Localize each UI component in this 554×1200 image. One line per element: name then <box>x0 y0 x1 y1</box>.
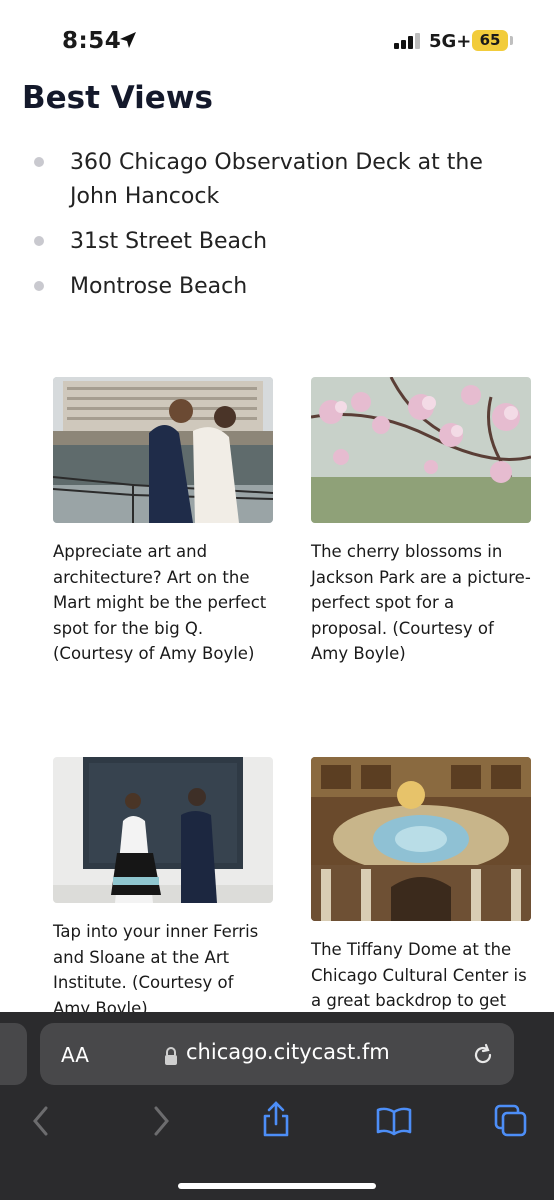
previous-tab-preview[interactable] <box>0 1023 27 1085</box>
photo-art-institute[interactable] <box>53 757 273 903</box>
bullet <box>34 236 44 246</box>
bookmarks-icon[interactable] <box>376 1106 412 1136</box>
forward-icon[interactable] <box>150 1104 172 1138</box>
list-item: 360 Chicago Observation Deck at the John… <box>34 146 530 214</box>
share-icon[interactable] <box>260 1100 292 1138</box>
status-bar: 8:54 5G+ 65 <box>0 0 554 70</box>
photo-caption: Tap into your inner Ferris and Sloane at… <box>53 922 259 1018</box>
list-item-text: Montrose Beach <box>70 274 248 299</box>
battery-tip <box>510 36 513 45</box>
text-size-button[interactable]: AA <box>61 1043 89 1067</box>
photo-cherry-blossoms[interactable] <box>311 377 531 523</box>
location-arrow-icon <box>120 32 136 48</box>
clock-time: 8:54 <box>62 28 122 54</box>
network-type: 5G+ <box>429 31 472 52</box>
bullet <box>34 281 44 291</box>
tabs-icon[interactable] <box>494 1104 528 1138</box>
reload-icon[interactable] <box>471 1043 495 1067</box>
lock-icon <box>165 1047 177 1065</box>
section-title: Best Views <box>22 80 213 116</box>
photo-caption: The cherry blossoms in Jackson Park are … <box>311 542 531 663</box>
photo-card: Appreciate art and architecture? Art on … <box>53 377 275 667</box>
url-text[interactable]: chicago.citycast.fm <box>186 1040 390 1064</box>
photo-card: The Tiffany Dome at the Chicago Cultural… <box>311 757 533 1014</box>
back-icon[interactable] <box>30 1104 52 1138</box>
list-item-text: 31st Street Beach <box>70 229 268 254</box>
bullet <box>34 157 44 167</box>
photo-couple-river[interactable] <box>53 377 273 523</box>
best-views-list: 360 Chicago Observation Deck at the John… <box>34 146 530 315</box>
photo-tiffany-dome[interactable] <box>311 757 531 921</box>
list-item: 31st Street Beach <box>34 225 530 259</box>
battery-indicator: 65 <box>472 30 508 51</box>
cellular-signal-icon <box>394 33 420 49</box>
photo-caption: The Tiffany Dome at the Chicago Cultural… <box>311 940 527 1010</box>
photo-card: Tap into your inner Ferris and Sloane at… <box>53 757 275 1021</box>
home-indicator[interactable] <box>178 1183 376 1189</box>
list-item: Montrose Beach <box>34 270 530 304</box>
photo-card: The cherry blossoms in Jackson Park are … <box>311 377 533 667</box>
list-item-text: 360 Chicago Observation Deck at the John… <box>70 150 483 209</box>
photo-caption: Appreciate art and architecture? Art on … <box>53 542 267 663</box>
